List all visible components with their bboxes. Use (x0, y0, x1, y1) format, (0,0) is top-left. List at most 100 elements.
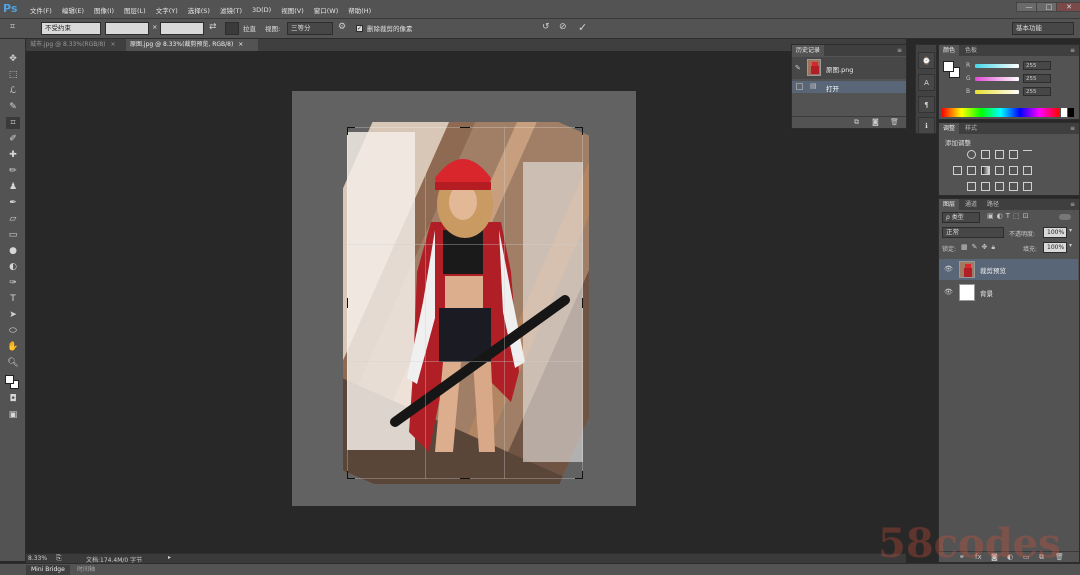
character-panel-icon[interactable]: A (918, 74, 935, 91)
quick-select-tool-icon[interactable]: ✎ (6, 101, 20, 113)
close-button[interactable]: ✕ (1056, 2, 1080, 12)
tab-original[interactable]: 原图.jpg @ 8.33%(裁剪预览, RGB/8) × (126, 39, 258, 51)
posterize-icon[interactable] (981, 182, 990, 191)
commit-crop-icon[interactable]: ✓ (578, 21, 587, 34)
tab-channels[interactable]: 通道 (961, 199, 981, 210)
panel-menu-icon[interactable]: ≡ (1066, 123, 1079, 134)
opacity-input[interactable]: 100% (1043, 227, 1067, 238)
fill-input[interactable]: 100% (1043, 242, 1067, 253)
visibility-eye-icon[interactable]: 👁︎ (944, 288, 953, 296)
menu-file[interactable]: 文件(F) (30, 5, 52, 15)
healing-brush-tool-icon[interactable]: ✚ (6, 149, 20, 161)
type-tool-icon[interactable]: T (6, 293, 20, 305)
black-swatch[interactable] (1068, 108, 1074, 117)
visibility-eye-icon[interactable]: 👁︎ (944, 265, 953, 273)
marquee-tool-icon[interactable]: ⬚ (6, 69, 20, 81)
gear-icon[interactable]: ⚙ (338, 22, 346, 32)
channel-g-slider[interactable] (975, 77, 1019, 81)
photo-filter-icon[interactable] (995, 166, 1004, 175)
zoom-tool-icon[interactable]: 🔍︎ (6, 357, 20, 369)
channel-b-slider[interactable] (975, 90, 1019, 94)
selective-color-icon[interactable] (1023, 182, 1032, 191)
lock-icons[interactable]: ▦✎✥🔒︎ (961, 243, 999, 252)
menu-filter[interactable]: 滤镜(T) (220, 5, 242, 15)
ratio-preset-select[interactable]: 不受约束 (41, 22, 101, 35)
path-select-tool-icon[interactable]: ➤ (6, 309, 20, 321)
channel-r-value[interactable]: 255 (1023, 61, 1051, 70)
tab-styles[interactable]: 样式 (961, 123, 981, 134)
menu-3d[interactable]: 3D(D) (252, 6, 271, 14)
exposure-icon[interactable] (1009, 150, 1018, 159)
fill-dropdown-icon[interactable]: ▾ (1069, 242, 1072, 249)
lasso-tool-icon[interactable]: ℒ (6, 85, 20, 97)
tab-paths[interactable]: 路径 (983, 199, 1003, 210)
hand-tool-icon[interactable]: ✋ (6, 341, 20, 353)
trash-icon[interactable]: 🗑︎ (890, 118, 899, 126)
pen-tool-icon[interactable]: ✑ (6, 277, 20, 289)
layer-row-crop-preview[interactable]: 👁︎ 裁剪预览 (939, 259, 1078, 280)
foreground-color-swatch[interactable] (5, 375, 14, 384)
crop-tool-icon[interactable]: ⌗ (6, 117, 20, 129)
move-tool-icon[interactable]: ✥ (6, 53, 20, 65)
tab-city[interactable]: 城市.jpg @ 8.33%(RGB/8) × (26, 39, 126, 51)
new-document-from-state-icon[interactable]: ⧉ (854, 118, 859, 127)
history-panel-icon[interactable]: ⌚ (918, 52, 935, 69)
channel-mixer-icon[interactable] (1009, 166, 1018, 175)
crop-tool-preset-icon[interactable]: ⌗ (10, 22, 15, 32)
swap-icon[interactable]: ⇄ (209, 22, 217, 32)
menu-view[interactable]: 视图(V) (281, 5, 304, 15)
height-input[interactable] (160, 22, 204, 35)
cancel-crop-icon[interactable]: ⊘ (559, 22, 567, 32)
menu-window[interactable]: 窗口(W) (314, 5, 339, 15)
brush-tool-icon[interactable]: ✏ (6, 165, 20, 177)
tab-mini-bridge[interactable]: Mini Bridge (26, 565, 70, 575)
gradient-map-icon[interactable] (1009, 182, 1018, 191)
tab-layers[interactable]: 图层 (939, 199, 960, 210)
tab-timeline[interactable]: 时间轴 (72, 565, 100, 575)
opacity-dropdown-icon[interactable]: ▾ (1069, 227, 1072, 234)
zoom-level[interactable]: 8.33% (28, 555, 47, 562)
view-select[interactable]: 三等分 (287, 22, 333, 35)
layer-filter-kind[interactable]: ρ 类型 (942, 212, 980, 223)
delete-cropped-checkbox[interactable]: ✓ (356, 25, 363, 32)
menu-select[interactable]: 选择(S) (188, 5, 210, 15)
layer-row-background[interactable]: 👁︎ 背景 (939, 282, 1078, 303)
curves-icon[interactable] (995, 150, 1004, 159)
threshold-icon[interactable] (995, 182, 1004, 191)
channel-g-value[interactable]: 255 (1023, 74, 1051, 83)
gradient-tool-icon[interactable]: ▭ (6, 229, 20, 241)
color-foreground-swatch[interactable] (943, 61, 954, 72)
blend-mode-select[interactable]: 正常 (942, 227, 1004, 238)
history-brush-checkbox[interactable] (796, 83, 803, 90)
camera-icon[interactable]: ◙ (872, 118, 879, 126)
crop-box[interactable] (347, 127, 583, 479)
panel-menu-icon[interactable]: ≡ (1066, 199, 1079, 210)
tab-close-icon[interactable]: × (238, 41, 243, 48)
screen-mode-icon[interactable]: ▣ (6, 409, 20, 421)
paragraph-panel-icon[interactable]: ¶ (918, 96, 935, 113)
straighten-label[interactable]: 拉直 (243, 23, 256, 33)
layer-name[interactable]: 背景 (980, 288, 993, 298)
panel-menu-icon[interactable]: ≡ (1066, 45, 1079, 56)
levels-icon[interactable] (981, 150, 990, 159)
color-balance-icon[interactable] (967, 166, 976, 175)
width-input[interactable] (105, 22, 149, 35)
history-snapshot-row[interactable]: ✎ 原图.png (792, 57, 906, 79)
channel-b-value[interactable]: 255 (1023, 87, 1051, 96)
menu-type[interactable]: 文字(Y) (156, 5, 178, 15)
menu-help[interactable]: 帮助(H) (348, 5, 371, 15)
hue-saturation-icon[interactable] (953, 166, 962, 175)
layer-name[interactable]: 裁剪预览 (980, 265, 1006, 275)
status-menu-arrow-icon[interactable]: ▸ (168, 554, 171, 561)
eyedropper-tool-icon[interactable]: ✐ (6, 133, 20, 145)
tab-color[interactable]: 颜色 (939, 45, 960, 56)
straighten-icon[interactable] (225, 22, 239, 35)
blur-tool-icon[interactable]: ● (6, 245, 20, 257)
menu-image[interactable]: 图像(I) (94, 5, 114, 15)
history-state-open[interactable]: ▤ 打开 (792, 81, 906, 93)
vibrance-icon[interactable] (1023, 150, 1032, 159)
tab-swatches[interactable]: 色板 (961, 45, 981, 56)
color-lookup-icon[interactable] (1023, 166, 1032, 175)
menu-layer[interactable]: 图层(L) (124, 5, 146, 15)
history-tab[interactable]: 历史记录 (792, 45, 825, 56)
